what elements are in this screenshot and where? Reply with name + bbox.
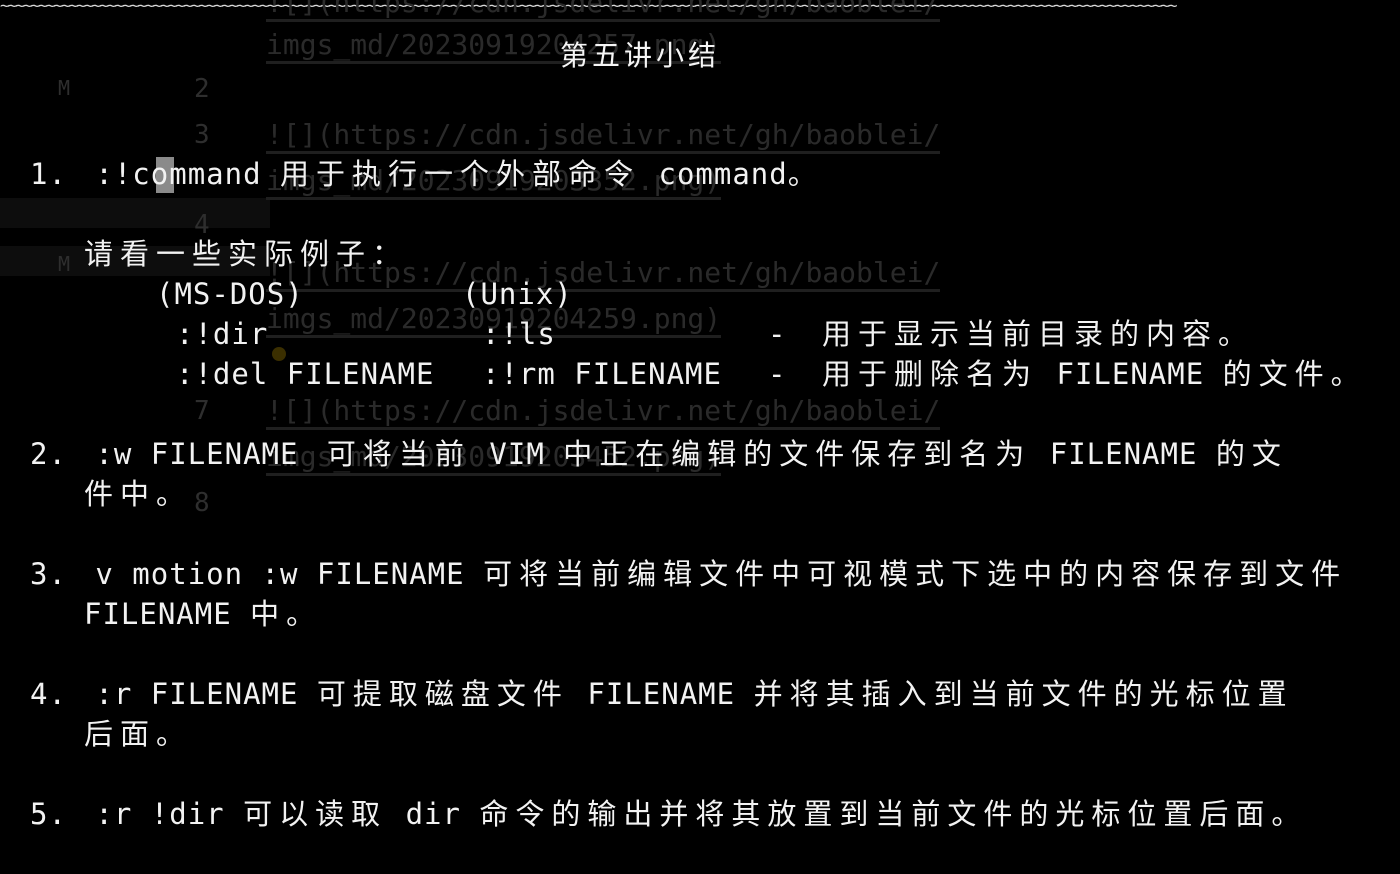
filename-token: VIM xyxy=(489,437,545,471)
description-text: 命令的输出并将其放置到当前文件的光标位置后面。 xyxy=(479,797,1308,831)
description-text: 用于执行一个外部命令 xyxy=(280,157,641,191)
filename-token: FILENAME xyxy=(1049,437,1198,471)
example-description: 用于删除名为 FILENAME 的文件。 xyxy=(822,354,1367,394)
command-text: mmand xyxy=(169,157,262,191)
example-description: 用于显示当前目录的内容。 xyxy=(822,317,1255,351)
command-text: dir xyxy=(405,797,461,831)
list-item-5: 5. :r !dir 可以读取 dir 命令的输出并将其放置到当前文件的光标位置… xyxy=(30,794,1307,834)
list-item-4-continuation: 后面。 xyxy=(84,717,193,751)
description-text: 的文件。 xyxy=(1222,357,1367,391)
ghost-line-number: 7 xyxy=(194,396,210,426)
example-unix-command: :!rm FILENAME xyxy=(482,357,722,391)
background-line-highlight xyxy=(0,198,270,228)
description-text: 中。 xyxy=(250,597,323,631)
ghost-markdown-link: ![](https://cdn.jsdelivr.net/gh/baoblei/ xyxy=(266,118,941,154)
example-dos-command: :!dir xyxy=(176,317,269,351)
ghost-line-number: 8 xyxy=(194,488,210,518)
example-dash: - xyxy=(768,357,787,391)
list-item-4: 4. :r FILENAME 可提取磁盘文件 FILENAME 并将其插入到当前… xyxy=(30,674,1294,714)
ghost-markdown-link: ![](https://cdn.jsdelivr.net/gh/baoblei/ xyxy=(266,0,941,22)
item-number: 3. xyxy=(30,557,67,591)
item-number: 1. xyxy=(30,157,67,191)
item-number: 4. xyxy=(30,677,67,711)
command-text: :r FILENAME xyxy=(95,677,299,711)
ghost-markdown-link: ![](https://cdn.jsdelivr.net/gh/baoblei/ xyxy=(266,394,941,430)
description-text: 中正在编辑的文件保存到名为 xyxy=(563,437,1032,471)
description-text: 可提取磁盘文件 xyxy=(316,677,569,711)
description-text: 用于删除名为 xyxy=(822,357,1039,391)
filename-token: FILENAME xyxy=(84,597,232,631)
item-number: 2. xyxy=(30,437,67,471)
command-text: v motion :w FILENAME xyxy=(95,557,465,591)
example-dos-command: :!del FILENAME xyxy=(176,357,435,391)
list-item-2: 2. :w FILENAME 可将当前 VIM 中正在编辑的文件保存到名为 FI… xyxy=(30,434,1288,474)
description-text: 的文 xyxy=(1215,437,1288,471)
filename-token: FILENAME xyxy=(1056,357,1205,391)
ghost-line-number: 2 xyxy=(194,74,210,104)
command-text: command。 xyxy=(658,157,818,191)
page-title: 第五讲小结 xyxy=(559,39,720,72)
command-text: :!co xyxy=(95,157,170,191)
examples-label: 请看一些实际例子： xyxy=(84,237,409,271)
command-text: :w FILENAME xyxy=(95,437,299,471)
item-number: 5. xyxy=(30,797,67,831)
filename-token: FILENAME xyxy=(587,677,736,711)
list-item-1: 1. :!command 用于执行一个外部命令 command。 xyxy=(30,154,818,194)
description-text: 可将当前 xyxy=(326,437,471,471)
list-item-3: 3. v motion :w FILENAME 可将当前编辑文件中可视模式下选中… xyxy=(30,554,1347,594)
list-item-3-continuation: FILENAME 中。 xyxy=(84,594,322,634)
description-text: 可以读取 xyxy=(243,797,388,831)
column-header-unix: (Unix) xyxy=(462,277,573,311)
ghost-git-modified-marker: M xyxy=(58,76,71,100)
description-text: 可将当前编辑文件中可视模式下选中的内容保存到文件 xyxy=(483,557,1348,591)
description-text: 并将其插入到当前文件的光标位置 xyxy=(753,677,1294,711)
ghost-line-number: 3 xyxy=(194,120,210,150)
example-unix-command: :!ls xyxy=(482,317,556,351)
ghost-git-modified-marker: M xyxy=(58,252,71,276)
column-header-msdos: (MS-DOS) xyxy=(156,277,304,311)
list-item-2-continuation: 件中。 xyxy=(84,477,193,511)
example-dash: - xyxy=(768,317,787,351)
command-text: :r !dir xyxy=(95,797,225,831)
